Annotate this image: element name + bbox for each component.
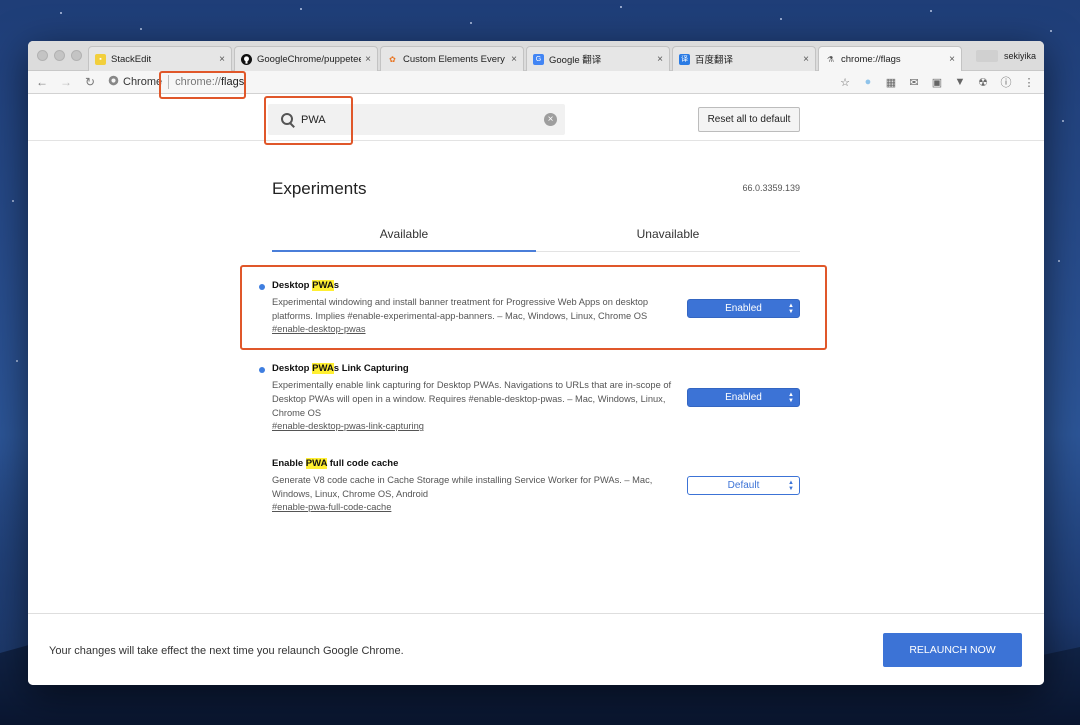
flag-description: Generate V8 code cache in Cache Storage …: [272, 475, 653, 499]
tab-label: chrome://flags: [841, 54, 901, 65]
profile-button[interactable]: sekiyika: [975, 50, 1036, 62]
flag-state-select[interactable]: Enabled ▲ ▼: [687, 388, 800, 407]
version-label: 66.0.3359.139: [742, 183, 800, 193]
flag-state-select[interactable]: Default ▲ ▼: [687, 476, 800, 495]
flag-permalink[interactable]: #enable-pwa-full-code-cache: [272, 502, 800, 512]
chrome-icon: [108, 75, 119, 89]
tab-available[interactable]: Available: [272, 227, 536, 241]
tab-strip: ▪ StackEdit × GoogleChrome/puppeteer × ✿…: [28, 41, 1044, 72]
vue-devtools-icon[interactable]: ▼: [953, 75, 967, 89]
webfundamentals-favicon: ✿: [389, 54, 396, 64]
experiments-tabs: Available Unavailable: [272, 215, 800, 255]
flag-name: Desktop PWAs Link Capturing: [272, 363, 409, 374]
tab-google-translate[interactable]: G Google 翻译 ×: [526, 46, 670, 71]
tab-chrome-flags[interactable]: ⚗ chrome://flags ×: [818, 46, 962, 72]
flag-name: Enable PWA full code cache: [272, 458, 399, 469]
stackedit-favicon: ▪: [95, 53, 106, 65]
screenshot-icon[interactable]: ▣: [930, 75, 944, 89]
new-tab-button[interactable]: [975, 50, 998, 62]
site-label: Chrome: [123, 76, 163, 88]
tab-label: 百度翻译: [695, 55, 734, 66]
close-icon[interactable]: ×: [511, 54, 517, 65]
tab-unavailable[interactable]: Unavailable: [536, 227, 800, 241]
tab-label: StackEdit: [111, 53, 152, 65]
close-icon[interactable]: ×: [949, 54, 955, 65]
minimize-window-button[interactable]: [54, 50, 65, 61]
relaunch-now-button[interactable]: RELAUNCH NOW: [883, 633, 1022, 667]
back-arrow-icon[interactable]: ←: [32, 75, 52, 89]
page-title: Experiments: [272, 179, 367, 198]
close-icon[interactable]: ×: [803, 54, 809, 65]
tab-custom-elements[interactable]: ✿ Custom Elements Every ×: [380, 46, 524, 71]
clear-search-icon[interactable]: ×: [544, 113, 557, 126]
google-translate-icon: G: [533, 53, 544, 65]
close-icon[interactable]: ×: [219, 54, 225, 65]
inbox-icon[interactable]: ✉: [907, 75, 921, 89]
active-tab-indicator: [272, 250, 536, 252]
url-highlight-box: [159, 71, 246, 99]
flag-item: Desktop PWAs Link Capturing Experimental…: [259, 363, 800, 431]
profile-name: sekiyika: [1003, 51, 1036, 61]
star-icon[interactable]: ☆: [838, 75, 852, 89]
extension-circle-icon[interactable]: ●: [861, 75, 875, 89]
relaunch-message: Your changes will take effect the next t…: [49, 645, 404, 657]
tab-baidu-translate[interactable]: 译 百度翻译 ×: [672, 46, 816, 71]
search-header: PWA × Reset all to default: [28, 95, 1044, 141]
baidu-translate-icon: 译: [679, 53, 690, 65]
search-highlight-box: [264, 96, 353, 145]
close-window-button[interactable]: [37, 50, 48, 61]
tab-label: GoogleChrome/puppeteer: [257, 53, 362, 65]
flask-icon: ⚗: [826, 55, 835, 64]
relaunch-footer: Your changes will take effect the next t…: [28, 613, 1044, 685]
close-icon[interactable]: ×: [365, 54, 371, 65]
tab-stackedit[interactable]: ▪ StackEdit ×: [88, 46, 232, 71]
flag-highlight-box: [240, 265, 827, 350]
flag-description: Experimentally enable link capturing for…: [272, 380, 672, 418]
tab-puppeteer[interactable]: GoogleChrome/puppeteer ×: [234, 46, 378, 71]
modified-indicator: [259, 367, 265, 373]
toolbar-actions: ☆ ● ▦ ✉ ▣ ▼ ☢ ⓘ ⋮: [838, 75, 1036, 89]
zoom-window-button[interactable]: [71, 50, 82, 61]
window-controls: [37, 50, 82, 61]
qr-code-icon[interactable]: ▦: [884, 75, 898, 89]
select-arrows-icon: ▲ ▼: [788, 480, 794, 492]
browser-window: ▪ StackEdit × GoogleChrome/puppeteer × ✿…: [28, 41, 1044, 685]
tab-label: Google 翻译: [549, 55, 602, 66]
info-icon[interactable]: ⓘ: [999, 75, 1013, 89]
flag-permalink[interactable]: #enable-desktop-pwas-link-capturing: [272, 421, 800, 431]
radiation-icon[interactable]: ☢: [976, 75, 990, 89]
reload-icon[interactable]: ↻: [80, 75, 100, 89]
close-icon[interactable]: ×: [657, 54, 663, 65]
menu-icon[interactable]: ⋮: [1022, 75, 1036, 89]
select-arrows-icon: ▲ ▼: [788, 392, 794, 404]
github-icon: [241, 53, 252, 65]
flag-item: Enable PWA full code cache Generate V8 c…: [272, 458, 800, 512]
reset-all-button[interactable]: Reset all to default: [698, 107, 800, 132]
forward-arrow-icon[interactable]: →: [56, 75, 76, 89]
tab-label: Custom Elements Every: [403, 53, 505, 65]
